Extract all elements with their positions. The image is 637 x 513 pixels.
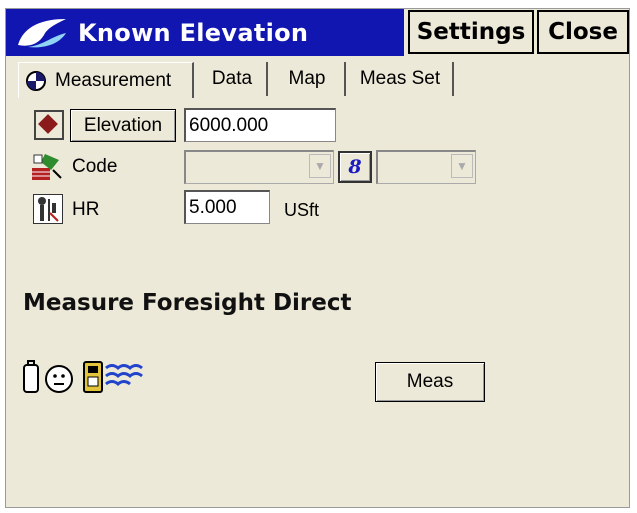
tab-meas-set[interactable]: Meas Set xyxy=(348,62,454,96)
meas-button[interactable]: Meas xyxy=(375,362,485,402)
code-select[interactable]: ▼ xyxy=(184,150,334,184)
face-icon xyxy=(45,365,73,393)
battery-icon xyxy=(23,360,39,393)
elevation-input[interactable]: 6000.000 xyxy=(184,108,336,142)
settings-button[interactable]: Settings xyxy=(408,10,534,54)
target-icon xyxy=(26,70,46,91)
tab-measurement[interactable]: Measurement xyxy=(18,62,194,98)
code-icon-button[interactable] xyxy=(31,152,62,182)
string-select[interactable]: ▼ xyxy=(376,150,476,184)
title-bar: Known Elevation Settings Close xyxy=(6,9,629,56)
hr-unit: USft xyxy=(284,200,320,220)
elevation-type-button[interactable]: Elevation xyxy=(70,109,176,142)
chevron-down-icon[interactable]: ▼ xyxy=(309,154,331,178)
code-icon xyxy=(32,154,62,180)
measure-status-heading: Measure Foresight Direct xyxy=(23,290,352,316)
tab-measurement-label: Measurement xyxy=(55,69,172,91)
tab-data-label: Data xyxy=(211,68,253,89)
tab-data[interactable]: Data xyxy=(198,62,268,96)
close-button[interactable]: Close xyxy=(537,10,629,54)
hr-input[interactable]: 5.000 xyxy=(184,190,270,224)
tab-map[interactable]: Map xyxy=(270,62,346,96)
code-label: Code xyxy=(72,156,118,177)
radio-link-icon xyxy=(83,361,143,393)
hr-label: HR xyxy=(72,199,100,220)
string-icon: 8 xyxy=(348,156,362,178)
title-bar-background: Known Elevation xyxy=(6,9,404,56)
topcon-logo-icon xyxy=(18,19,66,48)
tab-map-label: Map xyxy=(288,68,326,89)
string-button[interactable]: 8 xyxy=(338,151,372,183)
window-title: Known Elevation xyxy=(78,19,309,47)
diamond-point-icon xyxy=(38,114,58,134)
hr-icon-button[interactable] xyxy=(33,194,63,224)
instrument-height-icon xyxy=(38,197,59,222)
tab-meas-set-label: Meas Set xyxy=(359,68,441,89)
point-icon-button[interactable] xyxy=(34,110,64,140)
chevron-down-icon[interactable]: ▼ xyxy=(451,154,473,178)
